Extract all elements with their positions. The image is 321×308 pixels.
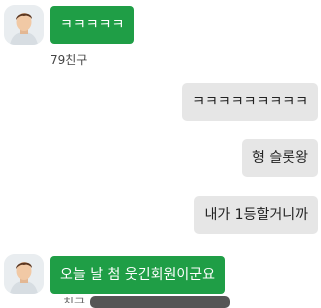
sender-name: 79친구 xyxy=(50,53,88,67)
message-bubble-incoming[interactable]: ㅋㅋㅋㅋㅋ xyxy=(50,6,135,44)
avatar[interactable] xyxy=(4,5,44,45)
toast-overlay xyxy=(90,296,230,308)
message-bubble-incoming[interactable]: 오늘 날 첨 웃긴회원이군요 xyxy=(50,256,226,294)
avatar[interactable] xyxy=(4,254,44,294)
message-bubble-outgoing[interactable]: ㅋㅋㅋㅋㅋㅋㅋㅋㅋ xyxy=(182,83,318,121)
message-bubble-outgoing[interactable]: 내가 1등할거니까 xyxy=(194,196,318,234)
message-bubble-outgoing[interactable]: 형 슬롯왕 xyxy=(242,139,318,177)
sender-name: 친구 xyxy=(63,296,86,303)
